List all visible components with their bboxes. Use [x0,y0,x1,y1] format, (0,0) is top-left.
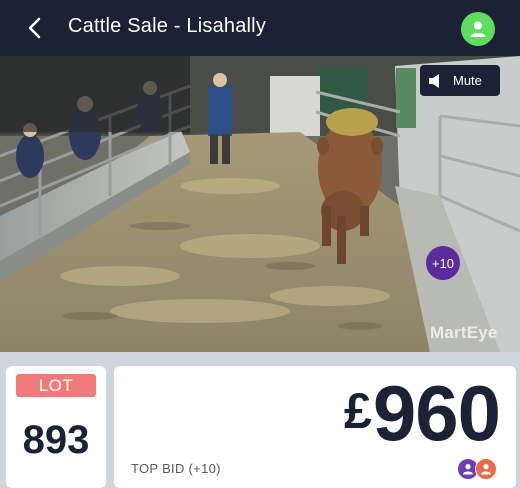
currency-symbol: £ [344,383,372,439]
user-icon [470,21,486,37]
auction-ring-scene [0,56,520,352]
back-button[interactable] [24,14,50,42]
lot-card: LOT 893 [6,366,106,488]
chevron-left-icon [28,17,41,39]
page-title: Cattle Sale - Lisahally [68,15,267,37]
marteye-watermark: MartEye [430,323,498,342]
profile-button[interactable] [461,12,495,46]
top-bid-label: TOP BID (+10) [131,461,221,476]
bidder-avatar-icon [475,458,497,480]
app-header: Cattle Sale - Lisahally [0,0,520,56]
bid-panel: LOT 893 £ 960 TOP BID (+10) [0,352,520,488]
top-bid-card: £ 960 TOP BID (+10) [114,366,516,488]
top-bid-price: £ 960 [344,368,501,459]
mute-button[interactable]: Mute [420,65,500,96]
lot-badge: LOT [16,374,96,397]
bid-amount: 960 [372,369,501,457]
lot-number: 893 [22,418,90,462]
live-video-feed[interactable]: Mute +10 MartEye [0,56,520,352]
bidder-avatars [457,458,499,482]
speaker-icon [429,73,441,88]
mute-label: Mute [453,73,482,88]
bid-increment-badge: +10 [426,246,460,280]
